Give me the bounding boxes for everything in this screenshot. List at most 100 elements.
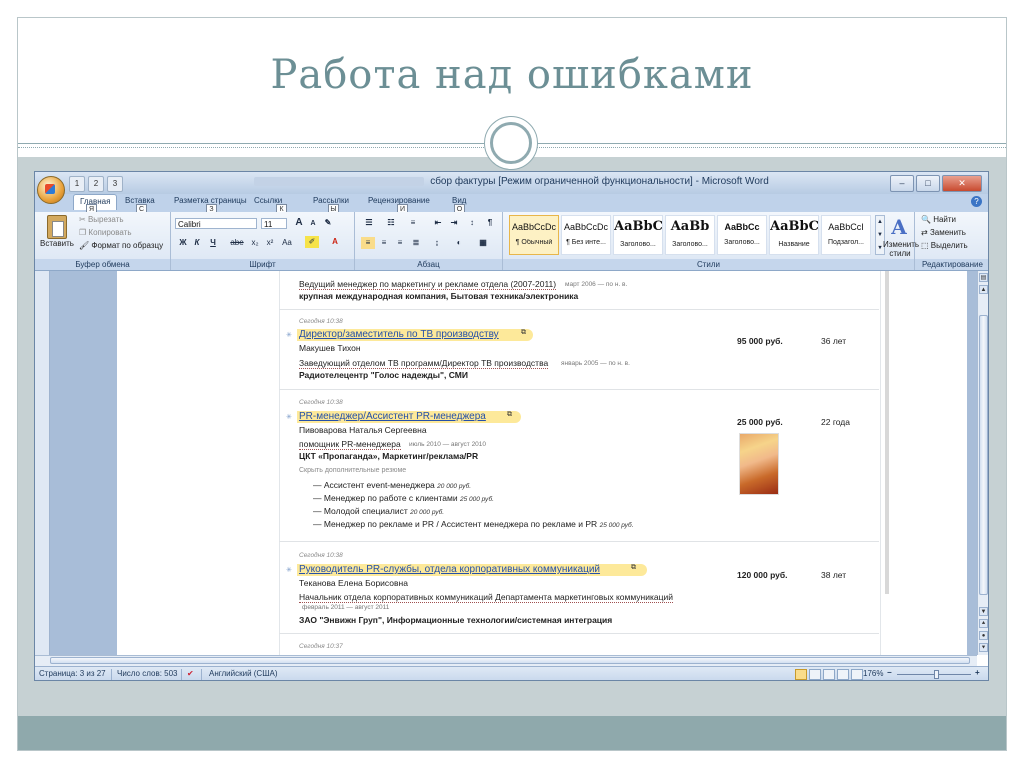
list-item: — Менеджер по работе с клиентами 25 000 … bbox=[313, 493, 494, 503]
style-normal[interactable]: AaBbCcDc ¶ Обычный bbox=[509, 215, 559, 255]
paste-icon[interactable] bbox=[47, 215, 67, 239]
superscript-button[interactable]: x² bbox=[264, 237, 276, 249]
align-right-icon[interactable]: ≡ bbox=[393, 237, 407, 249]
zoom-slider-knob[interactable] bbox=[934, 670, 939, 679]
page-count[interactable]: Страница: 3 из 27 bbox=[39, 669, 106, 678]
entry-title-link[interactable]: Руководитель PR-службы, отдела корпорати… bbox=[299, 564, 600, 575]
vertical-scrollbar[interactable]: ▤ ▲ ▼ ⯅ ● ⯆ bbox=[977, 271, 988, 655]
font-group: Calibri 11 A A ✎ Ж К Ч abe x₂ x² Aa ✐ A … bbox=[171, 212, 355, 270]
more-resume-salary: 25 000 руб. bbox=[599, 522, 634, 529]
style-heading-1[interactable]: AaBbC Заголово... bbox=[613, 215, 663, 255]
style-no-spacing[interactable]: AaBbCcDc ¶ Без инте... bbox=[561, 215, 611, 255]
outline-view-icon[interactable] bbox=[837, 669, 849, 680]
ruler-toggle-icon[interactable]: ▤ bbox=[979, 273, 988, 282]
line-spacing-icon[interactable]: ↨ bbox=[429, 237, 445, 249]
document-page[interactable]: Ведущий менеджер по маркетингу и рекламе… bbox=[117, 271, 967, 655]
print-layout-view-icon[interactable] bbox=[795, 669, 807, 680]
external-link-icon[interactable]: ⧉ bbox=[631, 564, 636, 572]
bold-button[interactable]: Ж bbox=[177, 237, 189, 249]
qat-key-3[interactable]: 3 bbox=[107, 176, 123, 192]
scroll-thumb[interactable] bbox=[979, 315, 988, 595]
spelling-icon[interactable]: ✔ bbox=[187, 669, 194, 678]
paragraph-group-label: Абзац bbox=[355, 259, 502, 270]
paste-button[interactable]: Вставить bbox=[40, 239, 74, 248]
find-button[interactable]: 🔍 Найти bbox=[921, 215, 956, 224]
style-heading-3[interactable]: AaBbCc Заголово... bbox=[717, 215, 767, 255]
more-resume-link[interactable]: Молодой специалист bbox=[324, 506, 408, 516]
change-styles-button[interactable]: Изменить стили bbox=[883, 240, 919, 258]
align-center-icon[interactable]: ≡ bbox=[377, 237, 391, 249]
strike-button[interactable]: abe bbox=[229, 237, 245, 249]
status-bar: Страница: 3 из 27 Число слов: 503 ✔ Англ… bbox=[35, 666, 988, 680]
zoom-out-button[interactable]: − bbox=[887, 668, 892, 677]
multilevel-list-icon[interactable]: ≡ bbox=[405, 217, 421, 229]
pilcrow-icon[interactable]: ¶ bbox=[483, 217, 497, 229]
italic-button[interactable]: К bbox=[191, 237, 203, 249]
underline-button[interactable]: Ч bbox=[207, 237, 219, 249]
language-indicator[interactable]: Английский (США) bbox=[209, 669, 278, 678]
status-separator bbox=[181, 669, 182, 680]
zoom-in-button[interactable]: + bbox=[975, 668, 980, 677]
font-size-select[interactable]: 11 bbox=[261, 218, 287, 229]
external-link-icon[interactable]: ⧉ bbox=[521, 329, 526, 337]
increase-indent-icon[interactable]: ⇥ bbox=[447, 217, 461, 229]
cut-button[interactable]: ✂ Вырезать bbox=[79, 215, 124, 224]
scroll-up-arrow[interactable]: ▲ bbox=[979, 285, 988, 294]
prev-page-icon[interactable]: ⯅ bbox=[979, 619, 988, 628]
entry-title-link[interactable]: PR-менеджер/Ассистент PR-менеджера bbox=[299, 411, 486, 422]
grow-font-button[interactable]: A bbox=[293, 217, 305, 229]
more-resume-link[interactable]: Менеджер по работе с клиентами bbox=[324, 493, 458, 503]
close-button[interactable]: ✕ bbox=[942, 175, 982, 192]
more-resume-link[interactable]: Ассистент event-менеджера bbox=[324, 480, 435, 490]
justify-icon[interactable]: ≣ bbox=[409, 237, 423, 249]
horizontal-scroll-thumb[interactable] bbox=[50, 657, 970, 664]
help-icon[interactable]: ? bbox=[971, 196, 982, 207]
horizontal-scrollbar[interactable] bbox=[35, 655, 977, 666]
style-title[interactable]: AaBbC Название bbox=[769, 215, 819, 255]
style-heading-2[interactable]: AaBb Заголово... bbox=[665, 215, 715, 255]
zoom-level[interactable]: 176% bbox=[863, 669, 883, 678]
numbering-icon[interactable]: ☷ bbox=[383, 217, 399, 229]
candidate-photo[interactable] bbox=[739, 433, 779, 495]
change-styles-icon[interactable]: A bbox=[887, 215, 911, 239]
style-subtitle[interactable]: AaBbCcI Подзагол... bbox=[821, 215, 871, 255]
word-count[interactable]: Число слов: 503 bbox=[117, 669, 177, 678]
star-icon[interactable]: ✳ bbox=[286, 414, 292, 421]
qat-key-2[interactable]: 2 bbox=[88, 176, 104, 192]
subscript-button[interactable]: x₂ bbox=[249, 237, 261, 249]
maximize-button[interactable]: □ bbox=[916, 175, 940, 192]
clear-format-icon[interactable]: ✎ bbox=[321, 217, 335, 229]
styles-group-label: Стили bbox=[503, 259, 914, 270]
shading-icon[interactable]: ◐ bbox=[451, 237, 467, 249]
draft-view-icon[interactable] bbox=[851, 669, 863, 680]
office-button[interactable] bbox=[37, 176, 65, 204]
next-page-icon[interactable]: ⯆ bbox=[979, 643, 988, 652]
sort-icon[interactable]: ↕ bbox=[465, 217, 479, 229]
web-layout-view-icon[interactable] bbox=[823, 669, 835, 680]
browse-object-icon[interactable]: ● bbox=[979, 631, 988, 640]
select-label: Выделить bbox=[930, 241, 968, 250]
scroll-down-arrow[interactable]: ▼ bbox=[979, 607, 988, 616]
minimize-button[interactable]: – bbox=[890, 175, 914, 192]
font-family-select[interactable]: Calibri bbox=[175, 218, 257, 229]
external-link-icon[interactable]: ⧉ bbox=[507, 411, 512, 419]
bullets-icon[interactable]: ☰ bbox=[361, 217, 377, 229]
select-button[interactable]: ⬚ Выделить bbox=[921, 241, 968, 250]
borders-icon[interactable]: ▦ bbox=[475, 237, 491, 249]
copy-button[interactable]: ❐ Копировать bbox=[79, 228, 131, 237]
shrink-font-button[interactable]: A bbox=[307, 218, 319, 230]
replace-button[interactable]: ⇄ Заменить bbox=[921, 228, 966, 237]
highlight-icon[interactable]: ✐ bbox=[305, 236, 319, 248]
change-case-button[interactable]: Aa bbox=[280, 237, 294, 249]
align-left-icon[interactable]: ≡ bbox=[361, 237, 375, 249]
star-icon[interactable]: ✳ bbox=[286, 567, 292, 574]
more-resume-link[interactable]: Менеджер по рекламе и PR / Ассистент мен… bbox=[324, 519, 597, 529]
font-color-icon[interactable]: A bbox=[329, 236, 341, 248]
hide-more-resumes-link[interactable]: Скрыть дополнительные резюме bbox=[299, 467, 406, 474]
full-screen-view-icon[interactable] bbox=[809, 669, 821, 680]
decrease-indent-icon[interactable]: ⇤ bbox=[431, 217, 445, 229]
star-icon[interactable]: ✳ bbox=[286, 332, 292, 339]
qat-key-1[interactable]: 1 bbox=[69, 176, 85, 192]
entry-title-link[interactable]: Директор/заместитель по ТВ производству bbox=[299, 329, 499, 340]
format-painter-button[interactable]: 🖌 Формат по образцу bbox=[79, 241, 163, 250]
